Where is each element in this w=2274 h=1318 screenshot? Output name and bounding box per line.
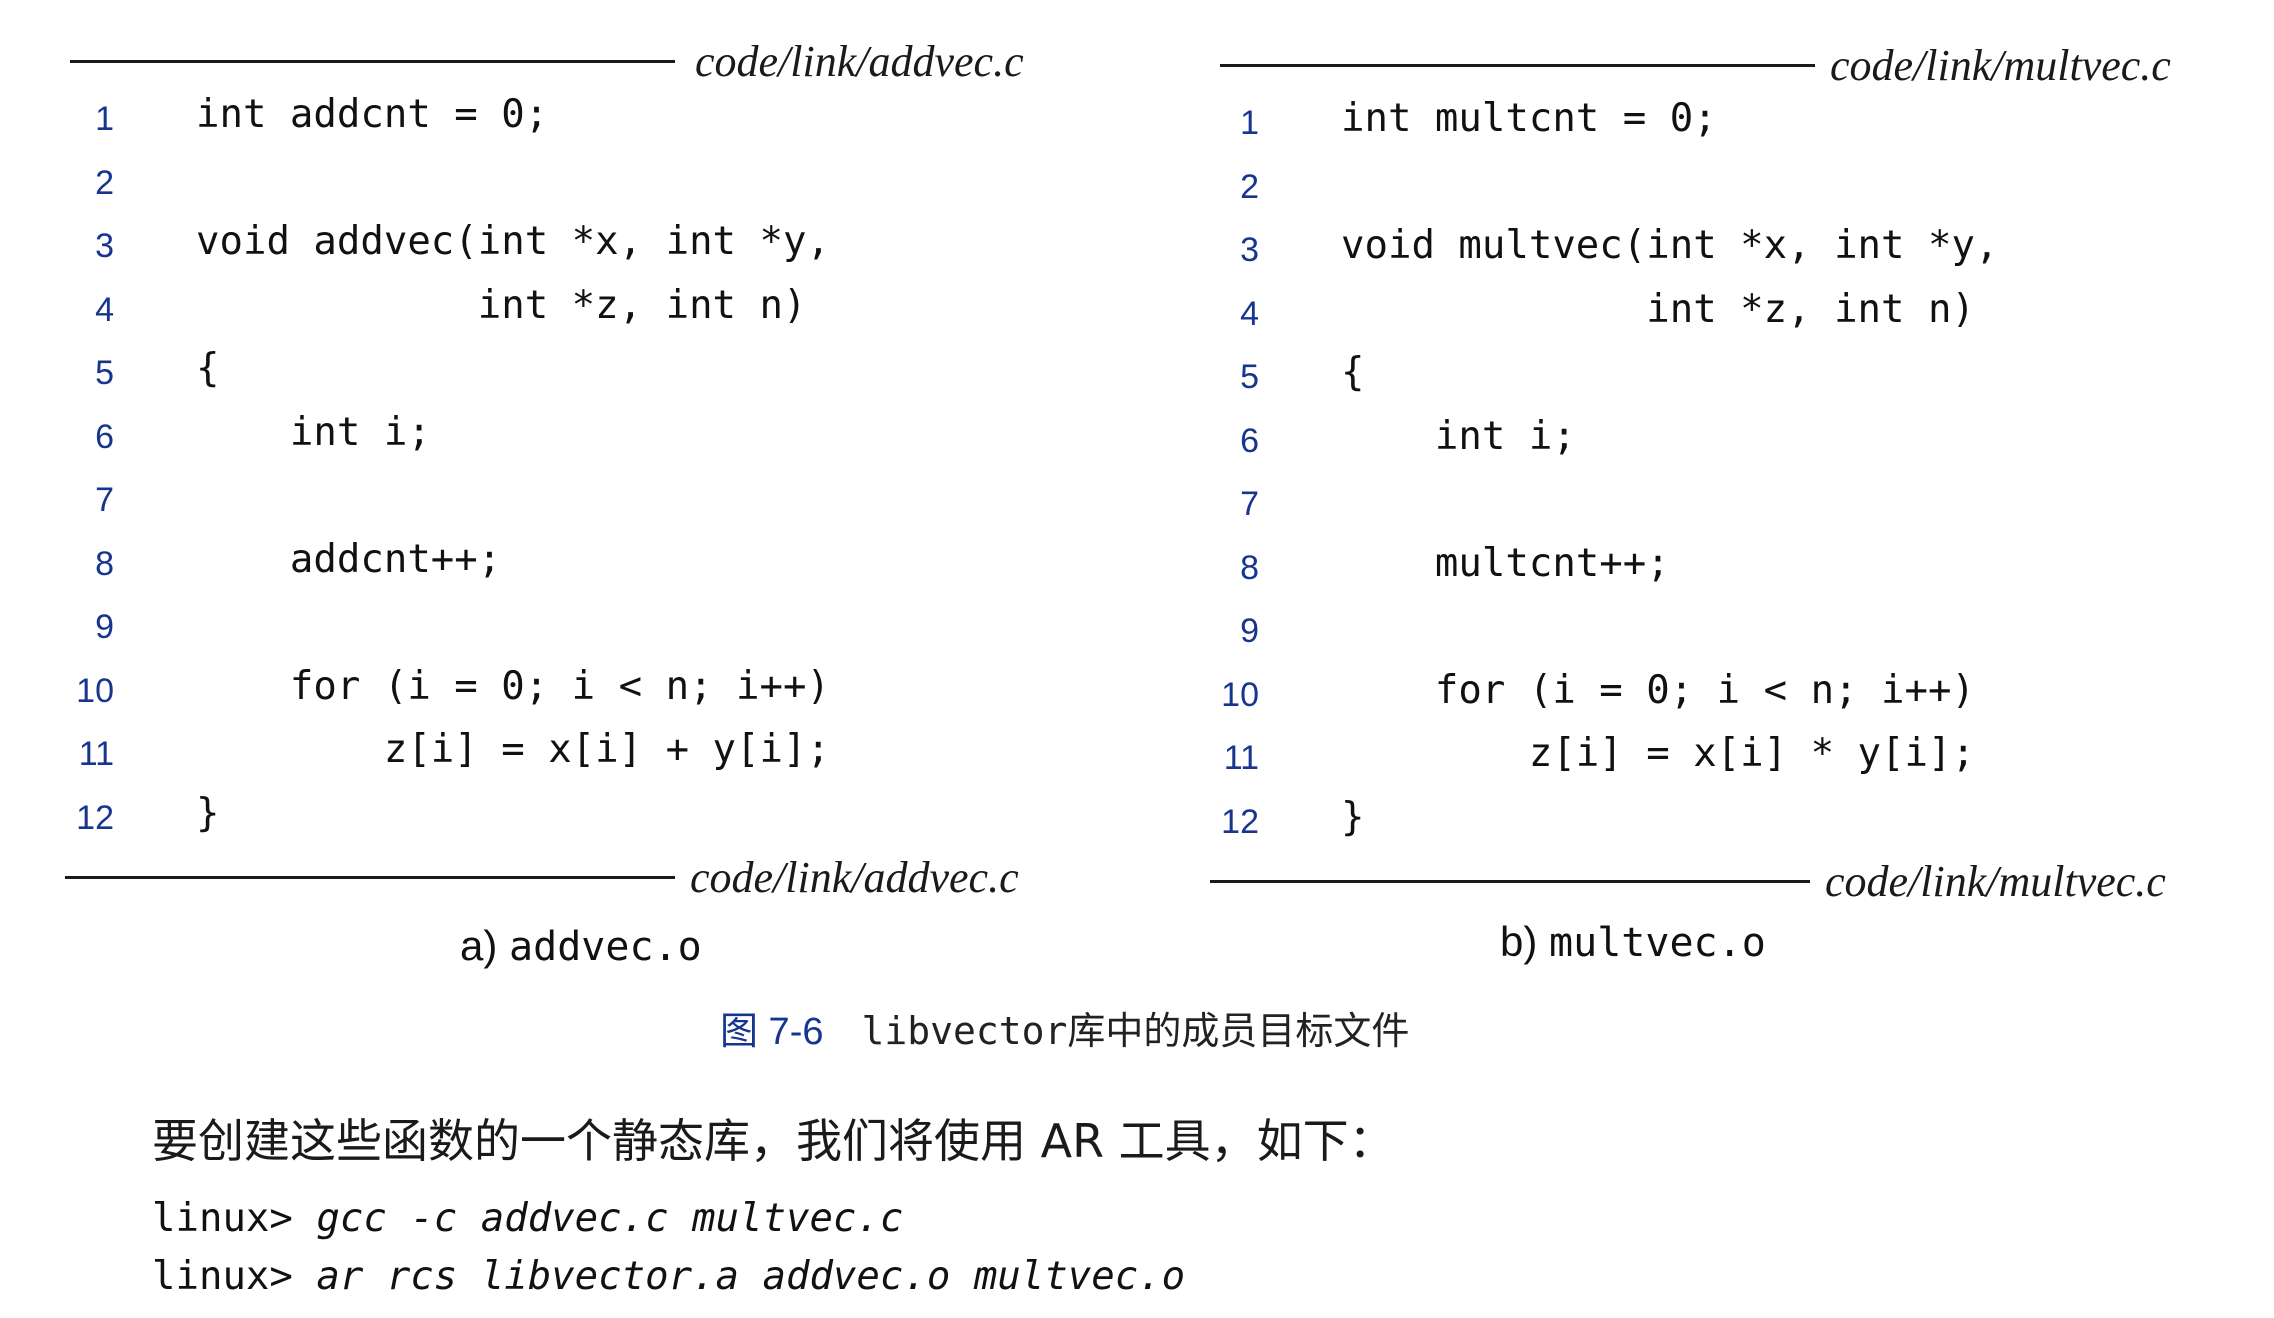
code-text: for (i = 0; i < n; i++) bbox=[196, 663, 830, 709]
line-number: 9 bbox=[1240, 612, 1259, 650]
shell-prompt: linux> bbox=[152, 1196, 317, 1241]
line-number: 5 bbox=[95, 354, 114, 392]
code-line: 9 bbox=[60, 600, 1060, 660]
code-text: { bbox=[1341, 350, 1365, 395]
line-number: 7 bbox=[95, 481, 114, 519]
line-number: 12 bbox=[1221, 802, 1259, 841]
subfigure-caption: b) multvec.o bbox=[1500, 918, 1766, 966]
code-text: int *z, int n) bbox=[1341, 286, 1975, 332]
line-number: 1 bbox=[1240, 104, 1259, 142]
code-text: int addcnt = 0; bbox=[196, 92, 549, 137]
subfigure-label: a) bbox=[460, 922, 498, 969]
figure-caption-text: 库中的成员目标文件 bbox=[1067, 1009, 1410, 1053]
listing-filename-top: code/link/addvec.c bbox=[695, 37, 1024, 86]
code-text: } bbox=[196, 790, 220, 836]
figure-number: 图 7-6 bbox=[720, 1011, 824, 1053]
line-number: 7 bbox=[1240, 485, 1259, 523]
code-line: 11 z[i] = x[i] * y[i]; bbox=[1205, 731, 2205, 791]
code-line: 3 void multvec(int *x, int *y, bbox=[1205, 223, 2205, 283]
code-line: 10 for (i = 0; i < n; i++) bbox=[60, 664, 1060, 724]
listing-filename-bottom: code/link/addvec.c bbox=[690, 853, 1019, 902]
code-text: int multcnt = 0; bbox=[1341, 96, 1717, 141]
code-line: 8 multcnt++; bbox=[1205, 541, 2205, 601]
code-text: addcnt++; bbox=[196, 536, 502, 582]
top-rule bbox=[1220, 64, 1815, 67]
line-number: 3 bbox=[1240, 231, 1259, 269]
code-text: int *z, int n) bbox=[196, 282, 807, 328]
code-line: 1 int addcnt = 0; bbox=[60, 92, 1060, 152]
subfigure-object-name: addvec.o bbox=[509, 924, 702, 970]
code-text: int i; bbox=[196, 409, 431, 455]
bottom-rule bbox=[65, 876, 675, 879]
line-number: 5 bbox=[1240, 358, 1259, 396]
code-line: 3 void addvec(int *x, int *y, bbox=[60, 219, 1060, 279]
shell-command: ar rcs libvector.a addvec.o multvec.o bbox=[316, 1254, 1186, 1299]
listing-filename-bottom: code/link/multvec.c bbox=[1825, 857, 2166, 906]
line-number: 12 bbox=[76, 798, 114, 837]
code-line: 4 int *z, int n) bbox=[1205, 287, 2205, 347]
subfigure-caption: a) addvec.o bbox=[460, 922, 702, 970]
code-text: } bbox=[1341, 794, 1365, 840]
code-line: 10 for (i = 0; i < n; i++) bbox=[1205, 668, 2205, 728]
code-text: z[i] = x[i] + y[i]; bbox=[196, 727, 830, 772]
code-line: 1 int multcnt = 0; bbox=[1205, 96, 2205, 156]
code-line: 6 int i; bbox=[60, 410, 1060, 470]
line-number: 10 bbox=[1221, 675, 1259, 714]
top-rule bbox=[70, 60, 675, 63]
code-line: 5{ bbox=[60, 346, 1060, 406]
code-line: 11 z[i] = x[i] + y[i]; bbox=[60, 727, 1060, 787]
line-number: 8 bbox=[1240, 548, 1259, 587]
line-number: 10 bbox=[76, 671, 114, 710]
code-line: 6 int i; bbox=[1205, 414, 2205, 474]
code-line: 2 bbox=[1205, 160, 2205, 220]
code-line: 8 addcnt++; bbox=[60, 537, 1060, 597]
line-number: 6 bbox=[1240, 421, 1259, 460]
body-paragraph: 要创建这些函数的一个静态库，我们将使用 AR 工具，如下： bbox=[152, 1114, 1395, 1168]
shell-line: linux> gcc -c addvec.c multvec.c bbox=[152, 1196, 903, 1241]
subfigure-label: b) bbox=[1500, 918, 1538, 965]
code-line: 7 bbox=[60, 473, 1060, 533]
figure-caption-code: libvector bbox=[861, 1009, 1068, 1053]
line-number: 3 bbox=[95, 227, 114, 265]
listing-filename-top: code/link/multvec.c bbox=[1830, 41, 2171, 90]
code-line: 7 bbox=[1205, 477, 2205, 537]
line-number: 8 bbox=[95, 544, 114, 583]
line-number: 11 bbox=[1223, 739, 1259, 777]
code-text: int i; bbox=[1341, 413, 1576, 459]
code-text: for (i = 0; i < n; i++) bbox=[1341, 667, 1975, 713]
shell-command: gcc -c addvec.c multvec.c bbox=[316, 1196, 904, 1241]
line-number: 2 bbox=[95, 163, 114, 202]
figure-caption: 图 7-6 libvector库中的成员目标文件 bbox=[720, 1000, 1409, 1055]
line-number: 6 bbox=[95, 417, 114, 456]
code-line: 5{ bbox=[1205, 350, 2205, 410]
code-line: 9 bbox=[1205, 604, 2205, 664]
code-line: 4 int *z, int n) bbox=[60, 283, 1060, 343]
code-line: 12} bbox=[1205, 795, 2205, 855]
line-number: 4 bbox=[1240, 294, 1259, 333]
shell-line: linux> ar rcs libvector.a addvec.o multv… bbox=[152, 1254, 1185, 1299]
line-number: 4 bbox=[95, 290, 114, 329]
code-text: multcnt++; bbox=[1341, 540, 1670, 586]
code-text: z[i] = x[i] * y[i]; bbox=[1341, 731, 1975, 776]
line-number: 1 bbox=[95, 100, 114, 138]
bottom-rule bbox=[1210, 880, 1810, 883]
code-line: 12} bbox=[60, 791, 1060, 851]
code-line: 2 bbox=[60, 156, 1060, 216]
subfigure-object-name: multvec.o bbox=[1549, 920, 1766, 966]
line-number: 2 bbox=[1240, 167, 1259, 206]
shell-prompt: linux> bbox=[152, 1254, 317, 1299]
code-text: void addvec(int *x, int *y, bbox=[196, 219, 830, 264]
code-text: void multvec(int *x, int *y, bbox=[1341, 223, 1999, 268]
line-number: 11 bbox=[78, 735, 114, 773]
code-text: { bbox=[196, 346, 220, 391]
line-number: 9 bbox=[95, 608, 114, 646]
